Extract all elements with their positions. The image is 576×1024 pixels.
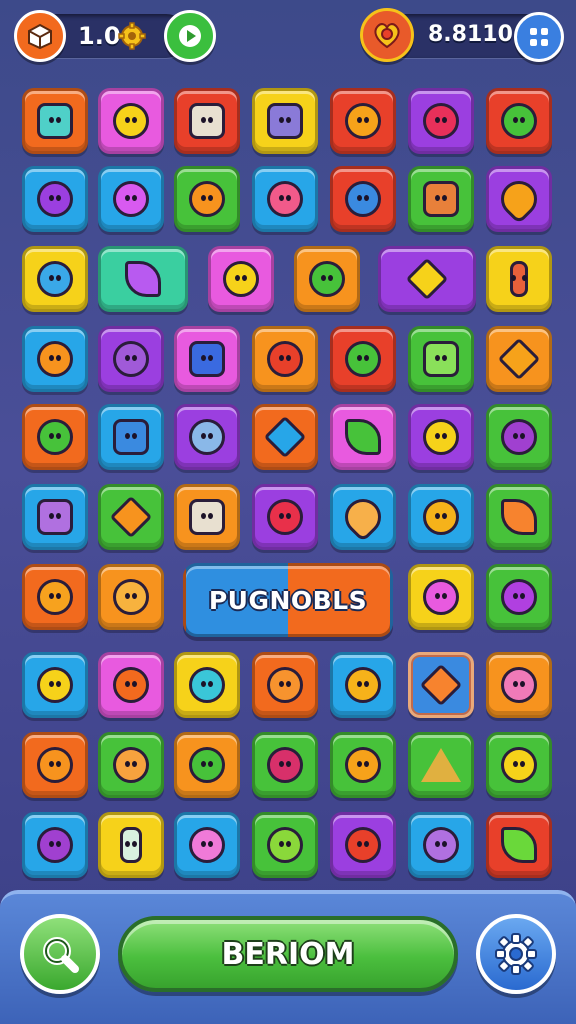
tile-ghost[interactable] [22, 812, 88, 878]
tile-plum[interactable] [486, 404, 552, 470]
banner-label: PUGNOBLS [208, 585, 368, 615]
tile-bluestar[interactable] [252, 404, 318, 470]
tile-letters[interactable] [378, 246, 476, 312]
tile-flower[interactable] [22, 326, 88, 392]
tile-spiral[interactable] [98, 652, 164, 718]
play-button[interactable] [164, 10, 216, 62]
score-value: 8.8110 [428, 22, 513, 47]
tile-chick[interactable] [22, 652, 88, 718]
tile-eggplant[interactable] [486, 564, 552, 630]
tile-hat[interactable] [486, 484, 552, 550]
tile-pink-flower[interactable] [408, 564, 474, 630]
grid-menu-icon [530, 28, 548, 46]
tile-lollipop[interactable] [330, 326, 396, 392]
tile-pig[interactable] [486, 652, 552, 718]
tile-strawberry[interactable] [252, 484, 318, 550]
tile-bell[interactable] [486, 732, 552, 798]
tile-sun2[interactable] [408, 484, 474, 550]
tile-bone[interactable] [408, 812, 474, 878]
heart-icon [374, 23, 400, 49]
tile-phone[interactable] [22, 484, 88, 550]
tile-icecream[interactable] [330, 484, 396, 550]
tile-cross-selected[interactable] [408, 652, 474, 718]
tile-spiky[interactable] [330, 652, 396, 718]
tile-wedge[interactable] [486, 812, 552, 878]
tile-berry[interactable] [408, 88, 474, 154]
tile-cherries[interactable] [252, 326, 318, 392]
tile-flower2[interactable] [22, 564, 88, 630]
tile-crate[interactable] [408, 166, 474, 232]
tile-snail[interactable] [98, 564, 164, 630]
tile-bug[interactable] [98, 166, 164, 232]
tile-gingerbread[interactable] [98, 484, 164, 550]
heart-button[interactable] [360, 8, 414, 62]
pugnobls-banner[interactable]: PUGNOBLS [183, 563, 393, 637]
tile-tube[interactable] [98, 812, 164, 878]
tile-sunflower[interactable] [174, 166, 240, 232]
tile-planet[interactable] [98, 88, 164, 154]
menu-button[interactable] [514, 12, 564, 62]
tile-turtle2[interactable] [174, 732, 240, 798]
tile-frog2[interactable] [294, 246, 360, 312]
settings-button[interactable] [476, 914, 556, 994]
top-bar: 1.0 8.8110 [0, 0, 576, 76]
box-icon[interactable] [14, 10, 66, 62]
tile-crayon[interactable] [98, 246, 188, 312]
gear-icon [495, 933, 537, 975]
tile-wrapped-candy[interactable] [408, 404, 474, 470]
tile-box[interactable] [174, 88, 240, 154]
box-icon-glyph [28, 23, 52, 50]
tile-frog[interactable] [486, 88, 552, 154]
tile-gem[interactable] [174, 326, 240, 392]
main-action-button[interactable]: BERIOM [118, 916, 458, 992]
tile-candy[interactable] [98, 326, 164, 392]
tile-can[interactable] [252, 88, 318, 154]
tile-triangle[interactable] [408, 732, 474, 798]
tile-battery[interactable] [408, 326, 474, 392]
tile-bell2[interactable] [252, 812, 318, 878]
search-button[interactable] [20, 914, 100, 994]
tile-fish[interactable] [330, 166, 396, 232]
tile-star-flower[interactable] [208, 246, 274, 312]
tile-bucket[interactable] [22, 88, 88, 154]
main-action-label: BERIOM [221, 936, 355, 972]
tile-virus[interactable] [174, 652, 240, 718]
tile-bottle[interactable] [486, 246, 552, 312]
tile-swirl[interactable] [22, 166, 88, 232]
tile-ring[interactable] [330, 732, 396, 798]
tile-blob[interactable] [252, 166, 318, 232]
tile-star[interactable] [486, 326, 552, 392]
tile-jar[interactable] [174, 484, 240, 550]
tile-orange[interactable] [22, 732, 88, 798]
tile-bomb[interactable] [330, 812, 396, 878]
tile-turtle[interactable] [22, 404, 88, 470]
tile-bird[interactable] [22, 246, 88, 312]
tile-cube[interactable] [98, 404, 164, 470]
gear-coin-icon [118, 22, 146, 54]
play-icon [179, 25, 201, 47]
search-icon [43, 937, 79, 973]
tile-tadpole[interactable] [174, 812, 240, 878]
tile-leaf[interactable] [330, 404, 396, 470]
tile-balloon[interactable] [486, 166, 552, 232]
tile-face[interactable] [252, 652, 318, 718]
tile-pacman[interactable] [252, 732, 318, 798]
tile-sun[interactable] [330, 88, 396, 154]
level-value: 1.0 [78, 22, 121, 50]
tile-mushroom[interactable] [98, 732, 164, 798]
tile-gear[interactable] [174, 404, 240, 470]
